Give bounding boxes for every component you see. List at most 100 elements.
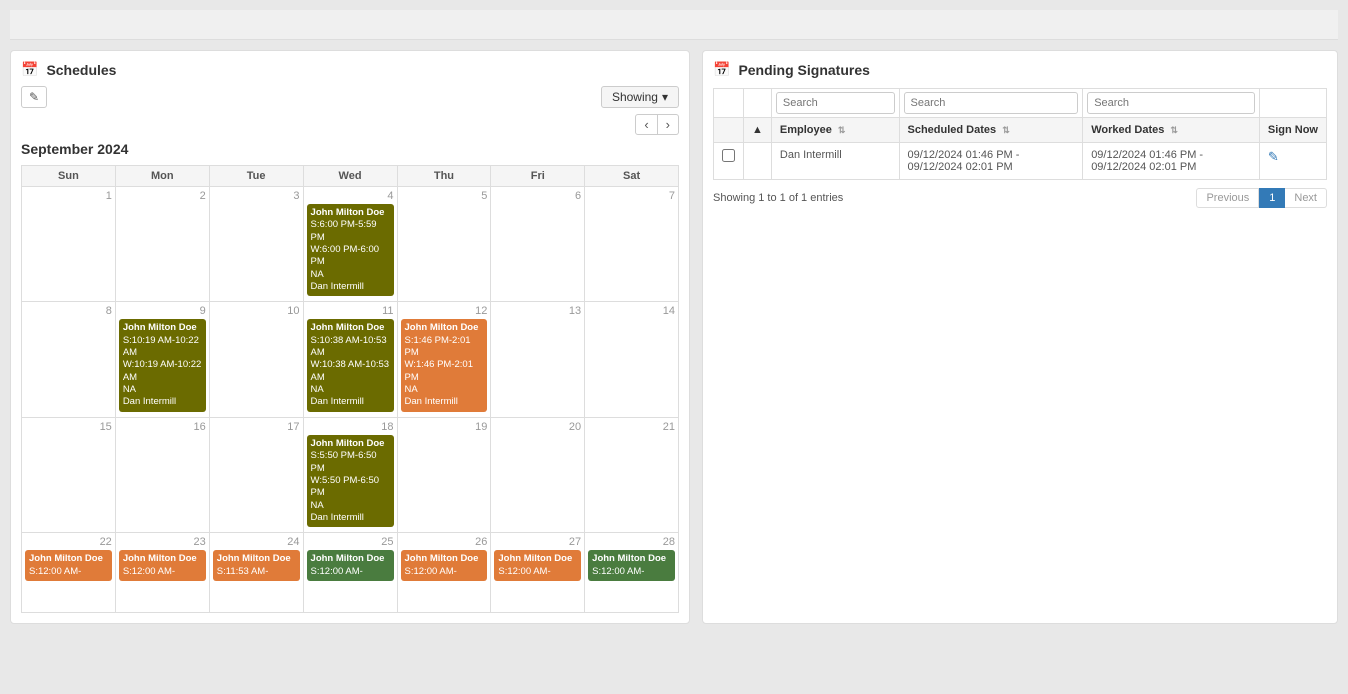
day-number: 22 [25,536,112,548]
event-worked: W:6:00 PM-6:00 PM [311,244,379,267]
employee-col-header[interactable]: Employee ⇅ [771,118,899,143]
event-block[interactable]: John Milton DoeS:10:19 AM-10:22 AMW:10:1… [119,319,206,411]
calendar-week-row: 22John Milton DoeS:12:00 AM-23John Milto… [22,533,679,613]
event-status: NA [311,384,324,395]
calendar-day-cell: 11John Milton DoeS:10:38 AM-10:53 AMW:10… [303,302,397,417]
worked-header-label: Worked Dates [1091,124,1164,136]
event-block[interactable]: John Milton Doe S:12:00 AM- [119,550,206,581]
schedule-toolbar: ✎ Showing [21,86,679,108]
event-worked: W:5:50 PM-6:50 PM [311,475,379,498]
event-scheduled: S:12:00 AM- [498,566,550,577]
calendar-day-cell: 6 [491,187,585,302]
event-name: John Milton Doe [311,322,385,333]
day-header-sun: Sun [22,166,116,187]
event-person: Dan Intermill [123,396,176,407]
event-name: John Milton Doe [123,553,197,564]
scheduled-search-input[interactable] [904,92,1079,114]
day-number: 1 [25,190,112,202]
table-footer: Showing 1 to 1 of 1 entries Previous 1 N… [713,188,1327,208]
edit-icon-button[interactable]: ✎ [21,86,47,108]
calendar-day-cell: 25John Milton DoeS:12:00 AM- [303,533,397,613]
month-label: September 2024 [21,141,679,157]
calendar-day-cell: 2 [115,187,209,302]
calendar-header-row: SunMonTueWedThuFriSat [22,166,679,187]
event-status: NA [311,500,324,511]
calendar-week-row: 89John Milton DoeS:10:19 AM-10:22 AMW:10… [22,302,679,417]
day-number: 5 [401,190,488,202]
event-person: Dan Intermill [405,396,458,407]
event-block[interactable]: John Milton DoeS:12:00 AM- [401,550,488,581]
event-worked: W:10:38 AM-10:53 AM [311,359,390,382]
day-number: 15 [25,421,112,433]
pending-calendar-icon: 📅 [713,61,730,78]
event-person: Dan Intermill [311,281,364,292]
calendar-day-cell: 14 [585,302,679,417]
checkbox-col-header [714,118,744,143]
day-number: 3 [213,190,300,202]
next-month-button[interactable]: › [658,114,679,135]
next-page-button[interactable]: Next [1285,188,1327,208]
calendar-day-cell: 26John Milton DoeS:12:00 AM- [397,533,491,613]
event-block[interactable]: John Milton DoeS:11:53 AM- [213,550,300,581]
row-checkbox-cell [714,143,744,180]
event-scheduled: S:6:00 PM-5:59 PM [311,219,377,242]
day-number: 6 [494,190,581,202]
worked-search-cell [1083,89,1260,118]
event-block[interactable]: John Milton DoeS:6:00 PM-5:59 PMW:6:00 P… [307,204,394,296]
event-name: John Milton Doe [217,553,291,564]
calendar-week-row: 1234John Milton DoeS:6:00 PM-5:59 PMW:6:… [22,187,679,302]
calendar-body: 1234John Milton DoeS:6:00 PM-5:59 PMW:6:… [22,187,679,613]
event-block[interactable]: John Milton DoeS:5:50 PM-6:50 PMW:5:50 P… [307,435,394,527]
event-scheduled: S:12:00 AM- [123,566,175,577]
event-name: John Milton Doe [29,553,103,564]
calendar-nav: ‹ › [21,114,679,135]
scheduled-col-header[interactable]: Scheduled Dates ⇅ [899,118,1083,143]
event-scheduled: S:12:00 AM- [29,566,81,577]
prev-page-button[interactable]: Previous [1196,188,1259,208]
employee-search-input[interactable] [776,92,895,114]
event-block[interactable]: John Milton DoeS:10:38 AM-10:53 AMW:10:3… [307,319,394,411]
prev-month-button[interactable]: ‹ [635,114,657,135]
event-name: John Milton Doe [592,553,666,564]
row-sort-cell [744,143,772,180]
worked-search-input[interactable] [1087,92,1255,114]
employee-search-cell [771,89,899,118]
calendar-day-cell: 8 [22,302,116,417]
day-number: 27 [494,536,581,548]
calendar-day-cell: 27 John Milton DoeS:12:00 AM- [491,533,585,613]
row-sign-now-cell: ✎ [1259,143,1326,180]
day-number: 24 [213,536,300,548]
showing-button[interactable]: Showing [601,86,679,108]
sign-now-button[interactable]: ✎ [1268,149,1279,165]
event-block[interactable]: John Milton DoeS:12:00 AM- [307,550,394,581]
pagination: Previous 1 Next [1196,188,1327,208]
day-number: 12 [401,305,488,317]
day-number: 8 [25,305,112,317]
calendar-day-cell: 16 [115,417,209,532]
event-name: John Milton Doe [405,322,479,333]
event-block[interactable]: John Milton Doe S:12:00 AM- [25,550,112,581]
day-number: 2 [119,190,206,202]
event-block[interactable]: John Milton DoeS:12:00 AM- [588,550,675,581]
sort-col-header[interactable]: ▲ [744,118,772,143]
event-block[interactable]: John Milton DoeS:1:46 PM-2:01 PMW:1:46 P… [401,319,488,411]
event-block[interactable]: John Milton DoeS:12:00 AM- [494,550,581,581]
event-person: Dan Intermill [311,512,364,523]
calendar-day-cell: 28 John Milton DoeS:12:00 AM- [585,533,679,613]
day-number: 14 [588,305,675,317]
calendar-day-cell: 20 [491,417,585,532]
page-1-button[interactable]: 1 [1259,188,1285,208]
table-row: Dan Intermill09/12/2024 01:46 PM - 09/12… [714,143,1327,180]
day-number: 28 [588,536,675,548]
row-checkbox[interactable] [722,149,735,162]
worked-col-header[interactable]: Worked Dates ⇅ [1083,118,1260,143]
search-row [714,89,1327,118]
sort-up-icon: ▲ [752,124,763,136]
pending-title: Pending Signatures [738,62,869,78]
scheduled-search-cell [899,89,1083,118]
calendar-icon: 📅 [21,61,38,78]
day-header-sat: Sat [585,166,679,187]
calendar-day-cell: 13 [491,302,585,417]
row-employee-cell: Dan Intermill [771,143,899,180]
employee-sort-icon: ⇅ [838,125,846,135]
